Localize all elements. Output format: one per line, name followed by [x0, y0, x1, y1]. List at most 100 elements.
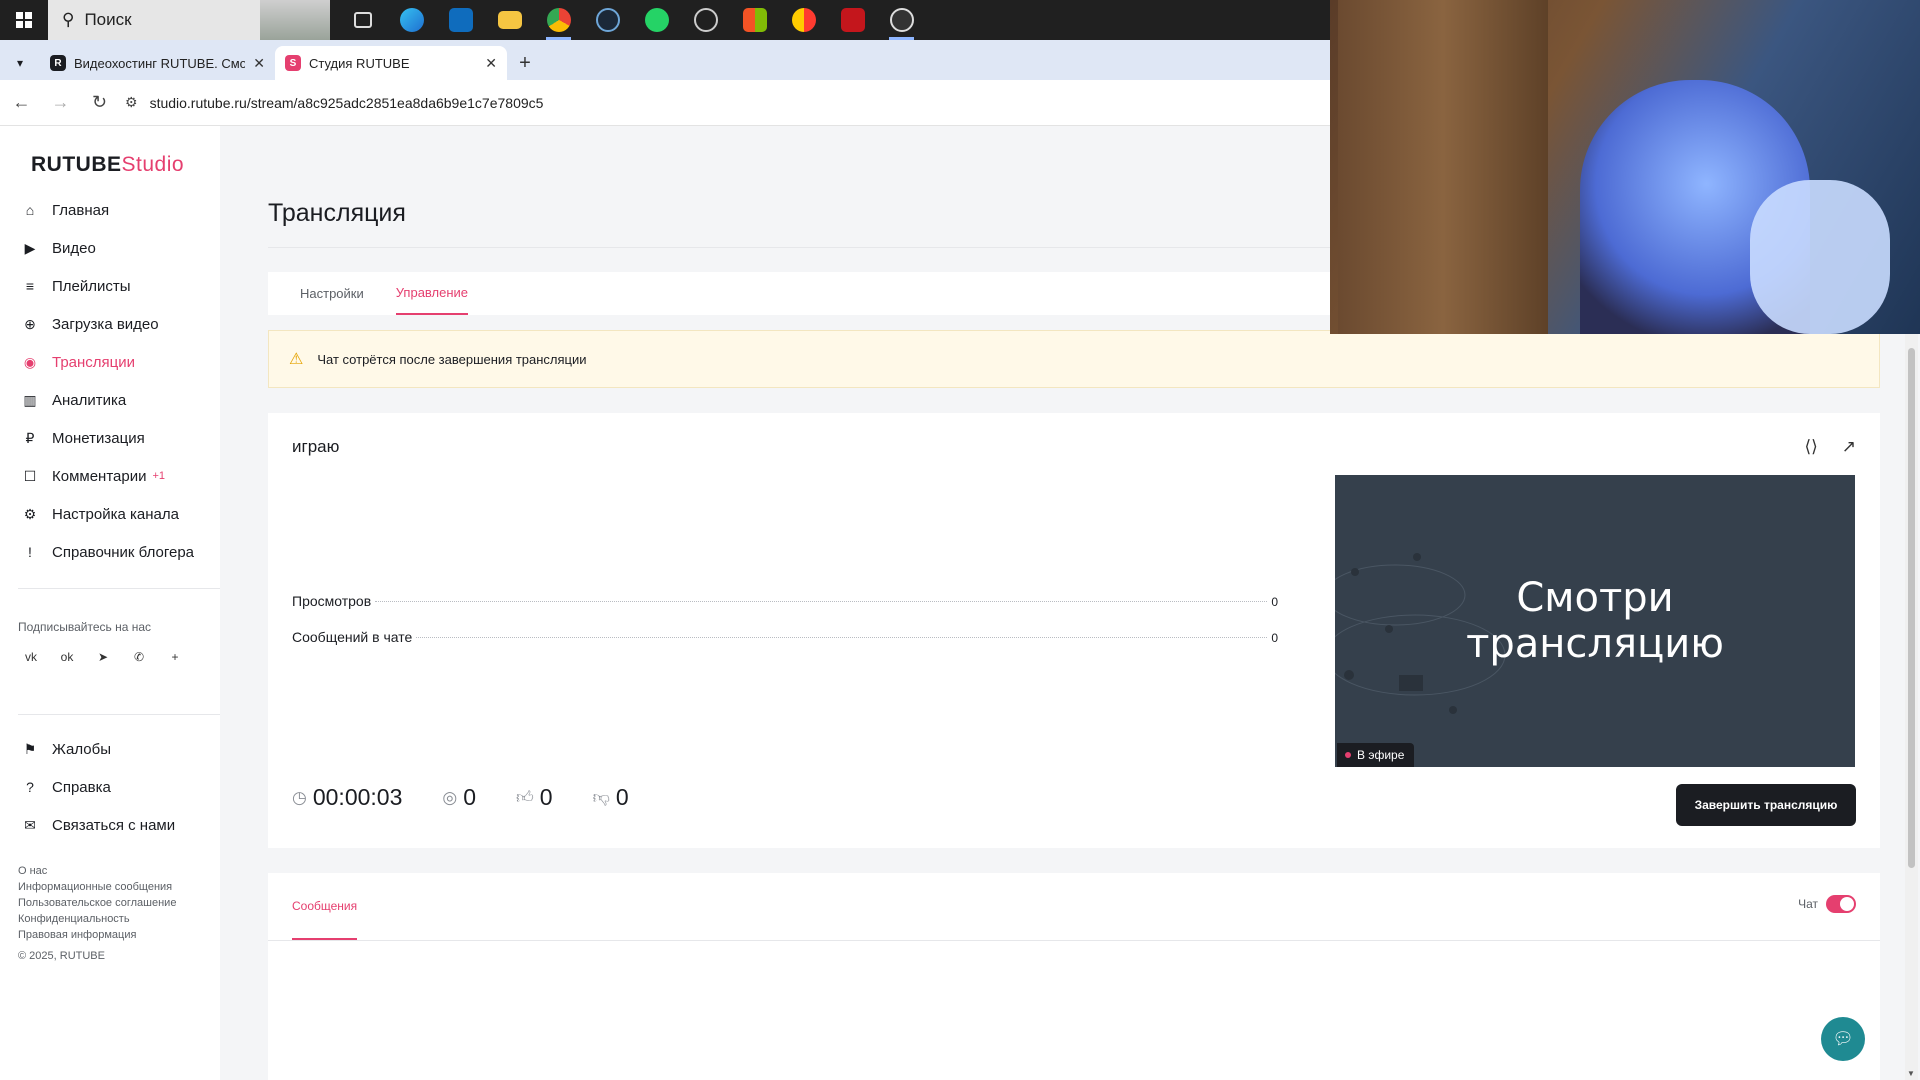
- app-icon-2[interactable]: [779, 0, 828, 40]
- taskbar-search-label: Поиск: [84, 10, 132, 29]
- sidebar-item-label: Настройка канала: [52, 505, 179, 523]
- footer-link-info[interactable]: Информационные сообщения: [18, 879, 176, 895]
- analytics-icon: ▥: [23, 391, 37, 408]
- upload-icon: ⊕: [24, 315, 36, 332]
- tab-messages[interactable]: Сообщения: [292, 873, 358, 940]
- search-highlight-image: [260, 0, 330, 40]
- close-icon[interactable]: ✕: [485, 55, 497, 72]
- address-bar: ← → ↻ ⚙ studio.rutube.ru/stream/a8c925ad…: [0, 80, 1330, 126]
- external-link-icon[interactable]: ↗: [1842, 437, 1856, 457]
- user-icon: ◎: [442, 787, 458, 807]
- sidebar-item-comments[interactable]: ☐ Комментарии +1: [0, 457, 220, 495]
- page-scrollbar[interactable]: ▼: [1905, 334, 1918, 1080]
- stream-preview[interactable]: Смотри трансляцию В эфире: [1335, 475, 1855, 767]
- footer-link-privacy[interactable]: Конфиденциальность: [18, 911, 176, 927]
- rutube-studio-logo[interactable]: RUTUBEStudio: [31, 153, 184, 177]
- browser-tab-rutube[interactable]: R Видеохостинг RUTUBE. Смотр ✕: [40, 46, 275, 80]
- vk-icon[interactable]: vk: [18, 644, 44, 670]
- sidebar-item-help[interactable]: ? Справка: [0, 768, 220, 806]
- stat-value: 0: [1271, 631, 1278, 645]
- copyright: © 2025, RUTUBE: [18, 950, 105, 962]
- tab-settings[interactable]: Настройки: [300, 272, 364, 315]
- sidebar-item-playlists[interactable]: ≡ Плейлисты: [0, 267, 220, 305]
- footer-link-terms[interactable]: Пользовательское соглашение: [18, 895, 176, 911]
- thumbs-up-icon: 👍︎: [516, 788, 534, 807]
- url-field[interactable]: ⚙ studio.rutube.ru/stream/a8c925adc2851e…: [125, 94, 543, 111]
- sidebar-item-broadcasts[interactable]: ◉ Трансляции: [0, 343, 220, 381]
- sidebar-item-analytics[interactable]: ▥ Аналитика: [0, 381, 220, 419]
- edge-icon[interactable]: [387, 0, 436, 40]
- stat-chat-messages: Сообщений в чате 0: [292, 629, 1278, 645]
- preview-line-2: трансляцию: [1466, 621, 1724, 667]
- sidebar-item-blogger-guide[interactable]: ! Справочник блогера: [0, 533, 220, 571]
- sidebar-item-upload[interactable]: ⊕ Загрузка видео: [0, 305, 220, 343]
- footer-link-legal[interactable]: Правовая информация: [18, 927, 176, 943]
- stream-card: играю ⟨⟩ ↗ Просмотров 0 Сообщений в чате…: [268, 413, 1880, 848]
- forward-icon[interactable]: →: [43, 85, 78, 120]
- task-view-icon[interactable]: [338, 0, 387, 40]
- tab-title: Видеохостинг RUTUBE. Смотр: [74, 55, 246, 71]
- chrome-icon[interactable]: [534, 0, 583, 40]
- footer-link-about[interactable]: О нас: [18, 863, 176, 879]
- site-info-icon[interactable]: ⚙: [125, 94, 138, 111]
- ok-icon[interactable]: ok: [54, 644, 80, 670]
- mail-icon: ✉: [24, 816, 36, 833]
- viber-icon[interactable]: ✆: [126, 644, 152, 670]
- live-label: В эфире: [1357, 748, 1405, 762]
- windows-taskbar: ⚲ Поиск: [0, 0, 1330, 40]
- file-explorer-icon[interactable]: [485, 0, 534, 40]
- telegram-icon[interactable]: ➤: [90, 644, 116, 670]
- sidebar-item-label: Плейлисты: [52, 277, 131, 295]
- start-button[interactable]: [0, 0, 48, 40]
- sidebar-item-contact[interactable]: ✉ Связаться с нами: [0, 806, 220, 844]
- webcam-overlay: [1330, 0, 1920, 334]
- settings-icon: ⚙: [23, 505, 37, 522]
- sidebar-item-video[interactable]: ▶ Видео: [0, 229, 220, 267]
- studio-favicon-icon: S: [285, 55, 301, 71]
- monetization-icon: ₽: [25, 429, 35, 446]
- sidebar-item-home[interactable]: ⌂ Главная: [0, 191, 220, 229]
- browser-tab-studio[interactable]: S Студия RUTUBE ✕: [275, 46, 507, 80]
- app-icon[interactable]: [681, 0, 730, 40]
- support-chat-button[interactable]: 💬︎: [1821, 1017, 1865, 1061]
- webcam-hand: [1750, 180, 1890, 334]
- end-stream-button[interactable]: Завершить трансляцию: [1676, 784, 1856, 826]
- url-text: studio.rutube.ru/stream/a8c925adc2851ea8…: [149, 94, 544, 111]
- social-links: vk ok ➤ ✆ +: [18, 644, 188, 670]
- scroll-down-icon[interactable]: ▼: [1907, 1069, 1915, 1078]
- sidebar-item-label: Жалобы: [52, 740, 111, 758]
- taskbar-search[interactable]: ⚲ Поиск: [48, 0, 330, 40]
- sidebar-item-label: Загрузка видео: [52, 315, 159, 333]
- sidebar-item-monetization[interactable]: ₽ Монетизация: [0, 419, 220, 457]
- chat-toggle[interactable]: [1826, 895, 1856, 913]
- more-icon[interactable]: +: [162, 644, 188, 670]
- sidebar-item-label: Аналитика: [52, 391, 127, 409]
- chat-toggle-group: Чат: [1798, 895, 1856, 913]
- tab-management[interactable]: Управление: [395, 272, 469, 315]
- flag-icon: ⚑: [23, 740, 37, 757]
- scrollbar-thumb[interactable]: [1908, 348, 1915, 868]
- close-icon[interactable]: ✕: [253, 55, 265, 72]
- back-icon[interactable]: ←: [4, 85, 39, 120]
- steam-icon[interactable]: [583, 0, 632, 40]
- sidebar-item-complaints[interactable]: ⚑ Жалобы: [0, 730, 220, 768]
- comments-icon: ☐: [23, 467, 37, 484]
- chat-divider: [268, 940, 1880, 941]
- outlook-icon[interactable]: [436, 0, 485, 40]
- playlist-icon: ≡: [25, 278, 35, 294]
- sidebar-item-channel-settings[interactable]: ⚙ Настройка канала: [0, 495, 220, 533]
- new-tab-button[interactable]: +: [507, 46, 543, 80]
- reload-icon[interactable]: ↻: [82, 85, 117, 120]
- dislikes-metric: 👎︎ 0: [593, 784, 629, 811]
- viewers-value: 0: [463, 784, 477, 810]
- obs-icon[interactable]: [877, 0, 926, 40]
- store-icon[interactable]: [730, 0, 779, 40]
- preview-line-1: Смотри: [1516, 575, 1674, 621]
- sidebar-divider: [18, 714, 220, 715]
- whatsapp-icon[interactable]: [632, 0, 681, 40]
- share-icon[interactable]: ⟨⟩: [1804, 437, 1817, 457]
- follow-us-label: Подписывайтесь на нас: [18, 620, 152, 634]
- tab-search-button[interactable]: ▾: [0, 46, 40, 80]
- sidebar-menu-secondary: ⚑ Жалобы ? Справка ✉ Связаться с нами: [0, 730, 220, 844]
- ts-icon[interactable]: [828, 0, 877, 40]
